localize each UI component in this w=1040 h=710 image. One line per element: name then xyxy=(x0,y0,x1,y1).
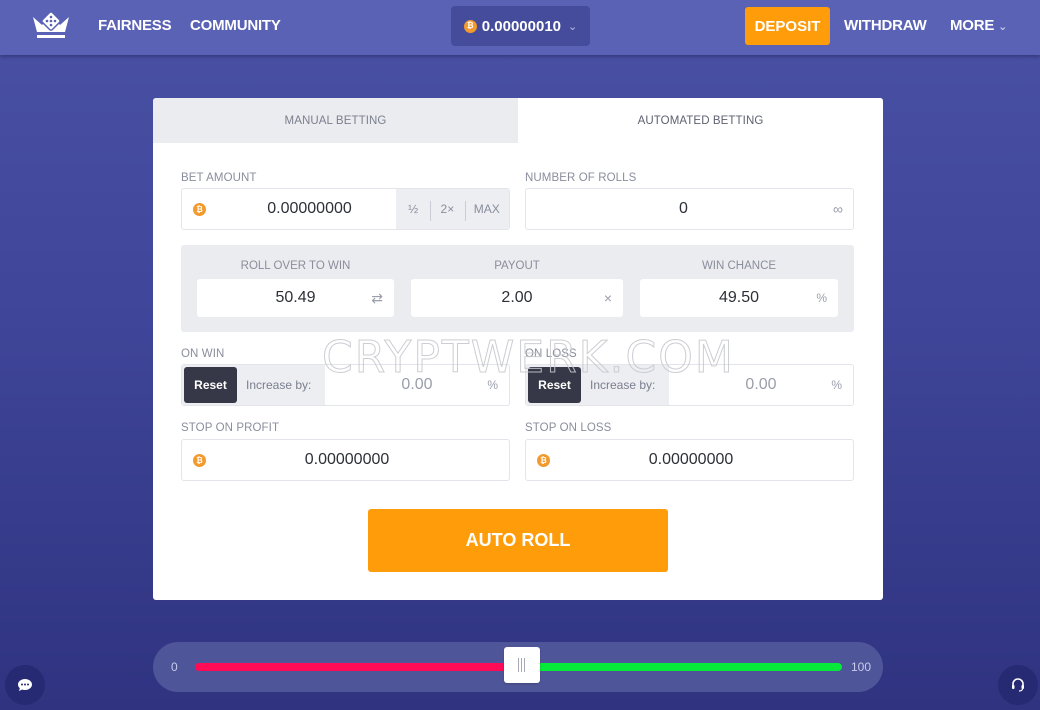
win-chance-value: 49.50 xyxy=(718,289,760,306)
infinity-icon[interactable]: ∞ xyxy=(833,201,843,217)
tab-manual-betting[interactable]: MANUAL BETTING xyxy=(153,98,518,143)
multiply-icon: × xyxy=(603,290,612,306)
on-win-increase-input[interactable] xyxy=(332,365,502,405)
payout-value: 2.00 xyxy=(501,289,533,306)
payout-label: PAYOUT xyxy=(494,260,540,272)
bitcoin-icon: ₿ xyxy=(193,203,206,216)
stop-on-loss-label: STOP ON LOSS xyxy=(525,422,612,434)
on-win-reset-button[interactable]: Reset xyxy=(184,367,237,403)
deposit-button[interactable]: DEPOSIT xyxy=(745,7,830,45)
slider-max-label: 100 xyxy=(850,660,871,674)
balance-value: 0.00000010 xyxy=(481,17,562,35)
half-bet-button[interactable]: ½ xyxy=(396,202,430,216)
win-chance-field[interactable]: 49.50 % xyxy=(640,279,838,317)
stop-on-profit-field: ₿ xyxy=(181,439,510,481)
bet-amount-field: ₿ ½ 2× MAX xyxy=(181,188,510,230)
payout-field[interactable]: 2.00 × xyxy=(411,279,623,317)
nav-fairness[interactable]: FAIRNESS xyxy=(98,17,172,34)
percent-icon: % xyxy=(487,378,498,392)
chevron-down-icon: ⌄ xyxy=(568,20,578,33)
slider-min-label: 0 xyxy=(171,660,178,674)
on-loss-label: ON LOSS xyxy=(525,348,577,360)
on-win-label: ON WIN xyxy=(181,348,225,360)
stop-on-loss-input[interactable] xyxy=(566,440,816,480)
percent-icon: % xyxy=(816,291,827,305)
slider-win-range xyxy=(521,663,842,671)
tab-automated-betting[interactable]: AUTOMATED BETTING xyxy=(518,98,883,143)
more-label: MORE xyxy=(950,17,995,34)
chevron-down-icon: ⌄ xyxy=(998,21,1008,33)
withdraw-link[interactable]: WITHDRAW xyxy=(844,17,927,34)
percent-icon: % xyxy=(831,378,842,392)
number-of-rolls-input[interactable] xyxy=(566,189,801,229)
nav-community[interactable]: COMMUNITY xyxy=(190,17,281,34)
bitcoin-icon: ₿ xyxy=(463,19,477,33)
stop-on-profit-label: STOP ON PROFIT xyxy=(181,422,280,434)
chat-bubble-icon xyxy=(18,679,32,691)
slider-lose-range xyxy=(195,663,522,671)
swap-icon[interactable]: ⇄ xyxy=(371,290,383,307)
support-button[interactable] xyxy=(998,665,1038,705)
roll-settings-panel: ROLL OVER TO WIN 50.49 ⇄ PAYOUT 2.00 × W… xyxy=(181,245,854,332)
stop-on-loss-field: ₿ xyxy=(525,439,854,481)
on-win-increase-by-button[interactable]: Increase by: xyxy=(246,378,311,392)
double-bet-button[interactable]: 2× xyxy=(430,201,464,221)
betting-tabs: MANUAL BETTING AUTOMATED BETTING xyxy=(153,98,883,143)
headset-icon xyxy=(1012,678,1024,692)
bitcoin-icon: ₿ xyxy=(193,454,206,467)
number-of-rolls-field: ∞ xyxy=(525,188,854,230)
roll-over-field[interactable]: 50.49 ⇄ xyxy=(197,279,394,317)
number-of-rolls-label: NUMBER OF ROLLS xyxy=(525,172,637,184)
bet-amount-label: BET AMOUNT xyxy=(181,172,257,184)
stop-on-profit-input[interactable] xyxy=(222,440,472,480)
on-loss-reset-button[interactable]: Reset xyxy=(528,367,581,403)
roll-slider: 0 100 xyxy=(153,642,883,692)
auto-roll-button[interactable]: AUTO ROLL xyxy=(368,509,668,572)
slider-thumb[interactable] xyxy=(503,647,540,683)
chat-button[interactable] xyxy=(5,665,45,705)
on-win-field: Reset Increase by: % xyxy=(181,364,510,406)
bet-amount-input[interactable] xyxy=(222,189,397,229)
on-loss-field: Reset Increase by: % xyxy=(525,364,854,406)
more-menu[interactable]: MORE ⌄ xyxy=(950,17,1007,34)
max-bet-button[interactable]: MAX xyxy=(464,201,510,221)
on-loss-increase-by-button[interactable]: Increase by: xyxy=(590,378,655,392)
bet-amount-modifiers: ½ 2× MAX xyxy=(396,189,509,229)
roll-over-value: 50.49 xyxy=(275,289,316,306)
top-navigation-bar: FAIRNESS COMMUNITY ₿ 0.00000010 ⌄ DEPOSI… xyxy=(0,0,1040,55)
bitcoin-icon: ₿ xyxy=(537,454,550,467)
roll-over-label: ROLL OVER TO WIN xyxy=(240,260,351,272)
on-loss-increase-input[interactable] xyxy=(676,365,846,405)
crown-dice-icon[interactable] xyxy=(32,12,70,40)
betting-card: MANUAL BETTING AUTOMATED BETTING BET AMO… xyxy=(153,98,883,600)
balance-selector[interactable]: ₿ 0.00000010 ⌄ xyxy=(451,6,590,46)
win-chance-label: WIN CHANCE xyxy=(701,260,777,272)
